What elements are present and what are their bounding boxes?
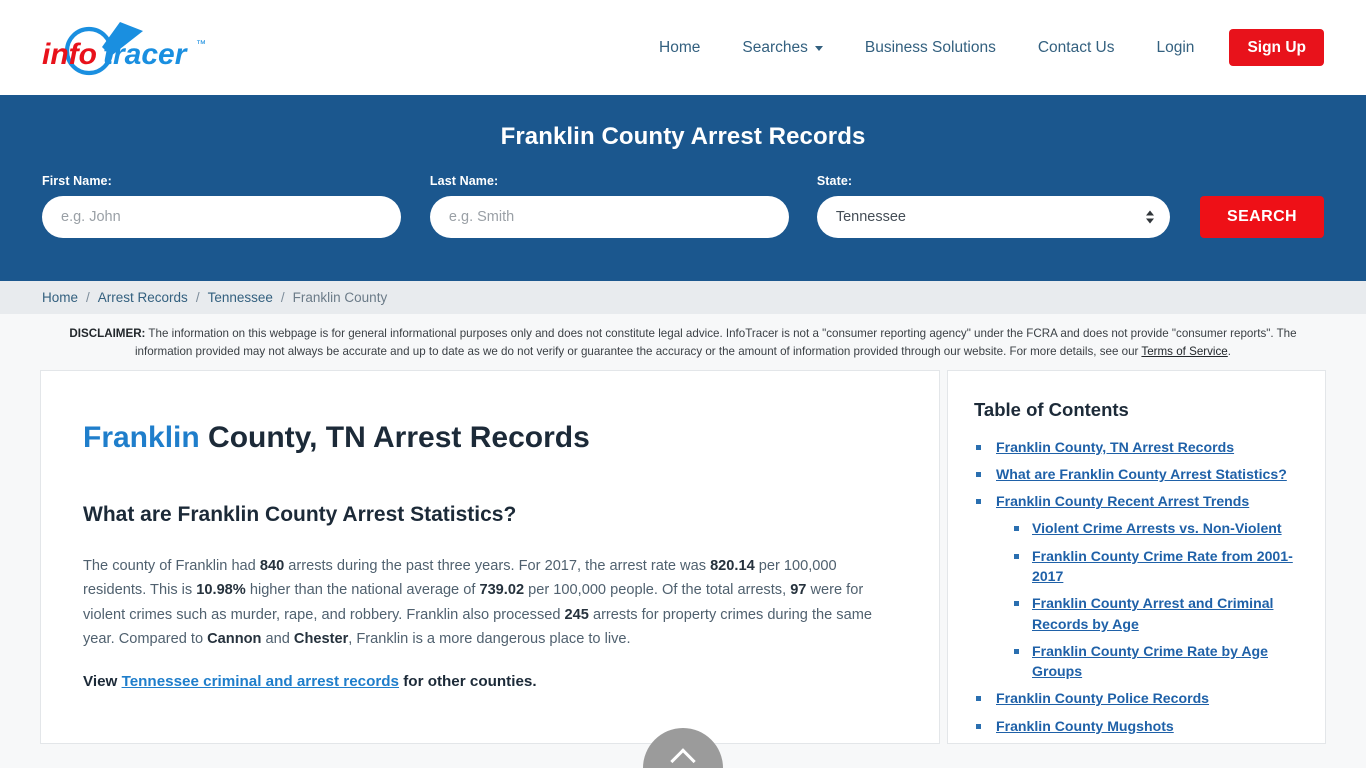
nav-item-searches[interactable]: Searches — [721, 40, 843, 56]
breadcrumb-item-current: Franklin County — [292, 290, 388, 305]
nav-item-home[interactable]: Home — [638, 40, 721, 56]
comparison-county-2: Chester — [293, 630, 349, 647]
toc-subitem: Franklin County Arrest and Criminal Reco… — [1010, 593, 1295, 634]
chevron-up-icon — [670, 748, 696, 768]
nav-label-searches: Searches — [742, 38, 808, 56]
tennessee-records-link[interactable]: Tennessee criminal and arrest records — [122, 673, 399, 690]
search-form: First Name: Last Name: State: Tennessee — [0, 174, 1366, 238]
site-header: info tracer ™ Home Searches Business Sol… — [0, 0, 1366, 95]
first-name-label: First Name: — [42, 174, 112, 188]
view-suffix: for other counties. — [399, 673, 537, 690]
breadcrumb-separator: / — [280, 290, 285, 305]
para-text: The county of Franklin had — [83, 558, 260, 575]
breadcrumb-item-arrest-records[interactable]: Arrest Records — [98, 290, 188, 305]
article-title-highlight: Franklin — [83, 420, 200, 454]
disclaimer-text: The information on this webpage is for g… — [134, 327, 1297, 359]
toc-link-arrest-records[interactable]: Franklin County, TN Arrest Records — [996, 439, 1234, 455]
toc-list: Franklin County, TN Arrest Records What … — [974, 437, 1295, 736]
stat-violent-crimes: 97 — [790, 582, 807, 599]
toc-link-crime-rate-by-age-groups[interactable]: Franklin County Crime Rate by Age Groups — [1032, 643, 1268, 679]
last-name-field-group: Last Name: — [429, 174, 789, 238]
toc-title: Table of Contents — [974, 398, 1129, 420]
page-stage: info tracer ™ Home Searches Business Sol… — [0, 0, 1366, 768]
view-other-counties-line: View Tennessee criminal and arrest recor… — [83, 673, 897, 690]
nav-item-contact-us[interactable]: Contact Us — [1017, 40, 1136, 56]
toc-sublist: Violent Crime Arrests vs. Non-Violent Fr… — [1010, 518, 1295, 681]
svg-text:info: info — [42, 38, 97, 71]
toc-item: What are Franklin County Arrest Statisti… — [974, 464, 1295, 484]
breadcrumb-separator: / — [195, 290, 200, 305]
toc-item: Franklin County Mugshots — [974, 716, 1295, 736]
table-of-contents-card: Table of Contents Franklin County, TN Ar… — [947, 369, 1326, 744]
page-title: Franklin County Arrest Records — [500, 123, 866, 150]
para-text: and — [261, 630, 294, 647]
toc-link-violent-vs-nonviolent[interactable]: Violent Crime Arrests vs. Non-Violent — [1032, 520, 1282, 536]
para-text: higher than the national average of — [245, 582, 480, 599]
svg-text:tracer: tracer — [103, 38, 189, 71]
terms-of-service-link[interactable]: Terms of Service — [1141, 345, 1227, 358]
hero-search-section: Franklin County Arrest Records First Nam… — [0, 95, 1366, 281]
toc-link-recent-arrest-trends[interactable]: Franklin County Recent Arrest Trends — [996, 493, 1249, 509]
article-title-rest: County, TN Arrest Records — [199, 420, 590, 454]
view-prefix: View — [83, 673, 122, 690]
breadcrumb-item-tennessee[interactable]: Tennessee — [208, 290, 273, 305]
para-text: , Franklin is a more dangerous place to … — [348, 630, 631, 647]
nav-label-home: Home — [659, 38, 701, 56]
main-navigation: Home Searches Business Solutions Contact… — [638, 28, 1324, 67]
toc-link-records-by-age[interactable]: Franklin County Arrest and Criminal Reco… — [1032, 595, 1273, 631]
first-name-field-group: First Name: — [42, 174, 401, 238]
comparison-county-1: Cannon — [207, 630, 262, 647]
toc-item: Franklin County Police Records — [974, 688, 1295, 708]
toc-item: Franklin County Recent Arrest Trends Vio… — [974, 491, 1295, 681]
last-name-input[interactable] — [429, 196, 789, 238]
para-text: arrests during the past three years. For… — [284, 558, 711, 575]
state-select[interactable]: Tennessee — [816, 196, 1171, 238]
toc-link-police-records[interactable]: Franklin County Police Records — [996, 690, 1209, 706]
nav-item-business-solutions[interactable]: Business Solutions — [844, 40, 1017, 56]
toc-subitem: Franklin County Crime Rate from 2001-201… — [1010, 546, 1295, 587]
sign-up-button[interactable]: Sign Up — [1229, 28, 1324, 67]
breadcrumb: Home / Arrest Records / Tennessee / Fran… — [0, 281, 1366, 314]
toc-link-crime-rate-2001-2017[interactable]: Franklin County Crime Rate from 2001-201… — [1032, 548, 1293, 584]
nav-label-business-solutions: Business Solutions — [864, 38, 996, 56]
disclaimer-notice: DISCLAIMER: The information on this webp… — [0, 314, 1366, 370]
state-select-wrapper: Tennessee — [816, 196, 1171, 238]
toc-link-arrest-statistics[interactable]: What are Franklin County Arrest Statisti… — [996, 466, 1287, 482]
breadcrumb-separator: / — [86, 290, 90, 305]
section-heading-statistics: What are Franklin County Arrest Statisti… — [83, 503, 517, 527]
logo-icon: info tracer ™ — [42, 21, 206, 75]
chevron-down-icon — [814, 46, 823, 51]
nav-label-contact-us: Contact Us — [1037, 38, 1115, 56]
breadcrumb-item-home[interactable]: Home — [42, 290, 78, 305]
first-name-input[interactable] — [42, 196, 401, 238]
toc-item: Franklin County, TN Arrest Records — [974, 437, 1295, 457]
state-field-group: State: Tennessee — [816, 174, 1171, 238]
infotracer-logo[interactable]: info tracer ™ — [40, 17, 215, 79]
nav-label-login: Login — [1156, 38, 1195, 56]
disclaimer-label: DISCLAIMER: — [69, 327, 146, 340]
state-label: State: — [816, 174, 853, 188]
disclaimer-text-end: . — [1227, 345, 1231, 359]
stat-property-crimes: 245 — [564, 606, 589, 623]
last-name-label: Last Name: — [429, 174, 499, 188]
article-card: Franklin County, TN Arrest Records What … — [40, 369, 940, 744]
statistics-paragraph: The county of Franklin had 840 arrests d… — [83, 554, 883, 651]
stat-total-arrests: 840 — [259, 558, 285, 575]
svg-text:™: ™ — [196, 39, 206, 50]
toc-subitem: Franklin County Crime Rate by Age Groups — [1010, 641, 1295, 682]
search-button[interactable]: SEARCH — [1200, 196, 1325, 238]
content-columns: Franklin County, TN Arrest Records What … — [0, 369, 1366, 744]
page-body: DISCLAIMER: The information on this webp… — [0, 314, 1366, 768]
para-text: per 100,000 people. Of the total arrests… — [524, 582, 791, 599]
stat-national-average: 739.02 — [479, 582, 525, 599]
toc-subitem: Violent Crime Arrests vs. Non-Violent — [1010, 518, 1295, 538]
stat-arrest-rate: 820.14 — [710, 558, 755, 575]
stat-percent-higher: 10.98% — [196, 582, 246, 599]
nav-item-login[interactable]: Login — [1136, 40, 1216, 56]
article-title: Franklin County, TN Arrest Records — [83, 405, 897, 457]
toc-link-mugshots[interactable]: Franklin County Mugshots — [996, 718, 1174, 734]
